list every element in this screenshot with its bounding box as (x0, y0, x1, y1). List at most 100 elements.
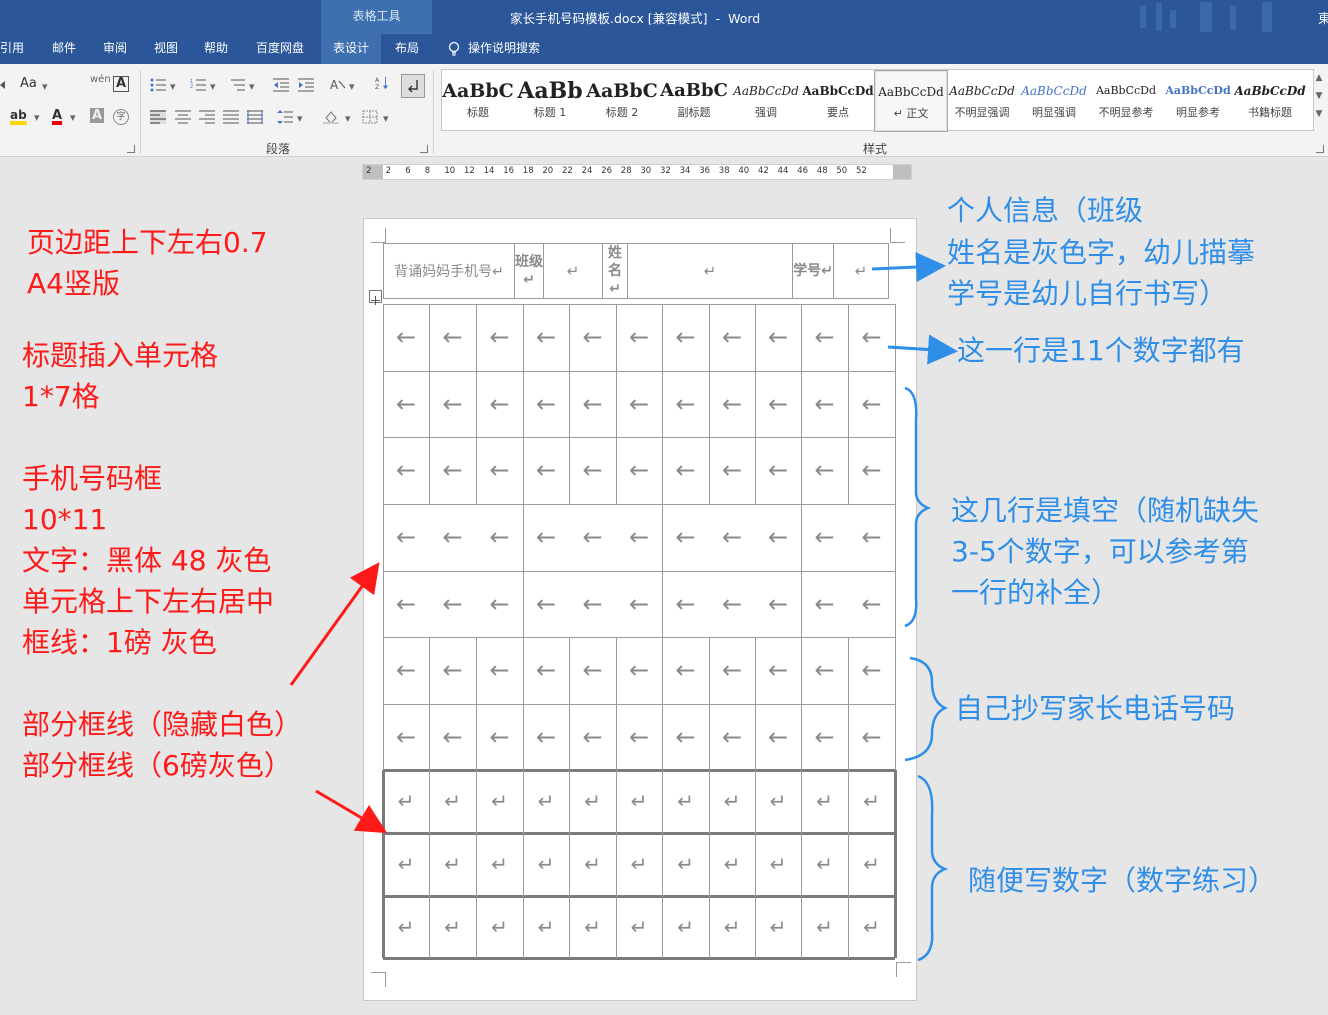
digit-cell[interactable]: ↵ (755, 833, 801, 896)
digit-cell[interactable]: ← (755, 504, 801, 571)
digit-cell[interactable]: ← (801, 371, 848, 437)
chevron-down-icon[interactable]: ▾ (42, 80, 48, 93)
justify-icon[interactable] (223, 110, 239, 124)
digit-cell[interactable]: ← (848, 704, 895, 770)
tab-0[interactable]: 引用 (0, 34, 24, 64)
digit-cell[interactable]: ↵ (709, 896, 755, 958)
digit-cell[interactable]: ← (523, 304, 569, 371)
digit-cell[interactable]: ↵ (616, 833, 662, 896)
digit-cell[interactable]: ← (801, 504, 848, 571)
digit-cell[interactable]: ↵ (755, 770, 801, 833)
digit-cell[interactable]: ← (476, 371, 523, 437)
digit-cell[interactable]: ← (476, 704, 523, 770)
style-item[interactable]: AaBbCcDd 书籍标题 (1234, 70, 1306, 130)
phonetic-guide-button[interactable]: wén (90, 74, 111, 85)
digit-cell[interactable]: ← (755, 704, 801, 770)
digit-cell[interactable]: ← (662, 637, 709, 704)
digit-cell[interactable]: ← (569, 437, 616, 504)
digit-cell[interactable]: ← (429, 637, 476, 704)
digit-cell[interactable]: ← (383, 437, 429, 504)
digit-cell[interactable]: ↵ (429, 770, 476, 833)
digit-cell[interactable]: ← (755, 637, 801, 704)
digit-cell[interactable]: ← (709, 637, 755, 704)
style-item[interactable]: AaBbCcDd 强调 (730, 70, 802, 130)
digit-cell[interactable]: ← (801, 437, 848, 504)
digit-cell[interactable]: ↵ (569, 833, 616, 896)
digit-cell[interactable]: ← (755, 571, 801, 637)
digit-cell[interactable]: ← (383, 704, 429, 770)
tab-2[interactable]: 审阅 (103, 34, 127, 64)
increase-indent-icon[interactable] (298, 78, 314, 92)
enclose-circle-button[interactable]: 字 (113, 109, 129, 125)
chevron-down-icon[interactable]: ▾ (210, 80, 216, 93)
highlight-button[interactable]: ab (10, 108, 27, 122)
digit-cell[interactable]: ↵ (801, 770, 848, 833)
digit-cell[interactable]: ← (801, 704, 848, 770)
chevron-down-icon[interactable]: ▾ (249, 80, 255, 93)
digit-cell[interactable]: ↵ (662, 896, 709, 958)
chevron-down-icon[interactable]: ▼ (1313, 87, 1325, 105)
chevron-down-icon[interactable]: ▾ (383, 112, 389, 125)
digit-cell[interactable]: ← (755, 437, 801, 504)
digit-cell[interactable]: ← (383, 571, 429, 637)
chevron-down-icon[interactable]: ▾ (70, 111, 76, 124)
digit-cell[interactable]: ← (848, 504, 895, 571)
digit-cell[interactable]: ← (709, 571, 755, 637)
student-id-value-cell[interactable]: ↵ (833, 243, 889, 299)
digit-cell[interactable]: ← (801, 571, 848, 637)
borders-icon[interactable] (362, 110, 378, 124)
font-grow-icon[interactable] (0, 78, 16, 92)
digit-cell[interactable]: ← (709, 371, 755, 437)
digit-cell[interactable]: ← (476, 637, 523, 704)
digit-cell[interactable]: ↵ (662, 833, 709, 896)
digit-cell[interactable]: ← (616, 437, 662, 504)
style-item[interactable]: AaBb 标题 1 (514, 70, 586, 130)
digit-cell[interactable]: ↵ (709, 833, 755, 896)
digit-cell[interactable]: ← (848, 371, 895, 437)
multilevel-list-icon[interactable] (229, 78, 245, 92)
style-item[interactable]: AaBbCcDd 明显参考 (1162, 70, 1234, 130)
digit-cell[interactable]: ← (616, 704, 662, 770)
digit-cell[interactable]: ↵ (709, 770, 755, 833)
digit-cell[interactable]: ← (709, 304, 755, 371)
style-item[interactable]: AaBbCcDd 不明显参考 (1090, 70, 1162, 130)
digit-cell[interactable]: ↵ (523, 770, 569, 833)
digit-cell[interactable]: ↵ (616, 770, 662, 833)
font-color-button[interactable]: A (52, 108, 62, 123)
digit-cell[interactable]: ← (429, 504, 476, 571)
digit-cell[interactable]: ← (616, 504, 662, 571)
digit-cell[interactable]: ← (476, 504, 523, 571)
digit-cell[interactable]: ← (755, 371, 801, 437)
digit-cell[interactable]: ← (848, 304, 895, 371)
digit-cell[interactable]: ↵ (801, 833, 848, 896)
phone-title-cell[interactable]: 背诵妈妈手机号↵ (383, 243, 515, 299)
class-value-cell[interactable]: ↵ (543, 243, 603, 299)
digit-cell[interactable]: ← (569, 704, 616, 770)
digit-cell[interactable]: ← (523, 437, 569, 504)
digit-cell[interactable]: ↵ (755, 896, 801, 958)
style-item[interactable]: AaBbC 标题 2 (586, 70, 658, 130)
tab-4[interactable]: 帮助 (204, 34, 228, 64)
digit-cell[interactable]: ← (476, 304, 523, 371)
style-item[interactable]: AaBbC 副标题 (658, 70, 730, 130)
digit-cell[interactable]: ← (848, 571, 895, 637)
table-move-handle-icon[interactable] (369, 290, 382, 305)
digit-cell[interactable]: ↵ (801, 896, 848, 958)
digit-cell[interactable]: ← (523, 371, 569, 437)
digit-cell[interactable]: ← (709, 437, 755, 504)
digit-cell[interactable]: ← (569, 504, 616, 571)
digit-cell[interactable]: ← (662, 571, 709, 637)
digit-cell[interactable]: ← (383, 304, 429, 371)
name-label-cell[interactable]: 姓名↵ (602, 243, 628, 299)
digit-cell[interactable]: ← (429, 704, 476, 770)
digit-cell[interactable]: ← (523, 704, 569, 770)
digit-cell[interactable]: ← (801, 637, 848, 704)
align-left-icon[interactable] (150, 110, 166, 124)
digit-cell[interactable]: ← (383, 371, 429, 437)
digit-cell[interactable]: ← (662, 437, 709, 504)
digit-cell[interactable]: ← (616, 304, 662, 371)
digit-cell[interactable]: ← (755, 304, 801, 371)
tab-1[interactable]: 邮件 (52, 34, 76, 64)
chevron-down-icon[interactable]: ▾ (34, 111, 40, 124)
tab-3[interactable]: 视图 (154, 34, 178, 64)
